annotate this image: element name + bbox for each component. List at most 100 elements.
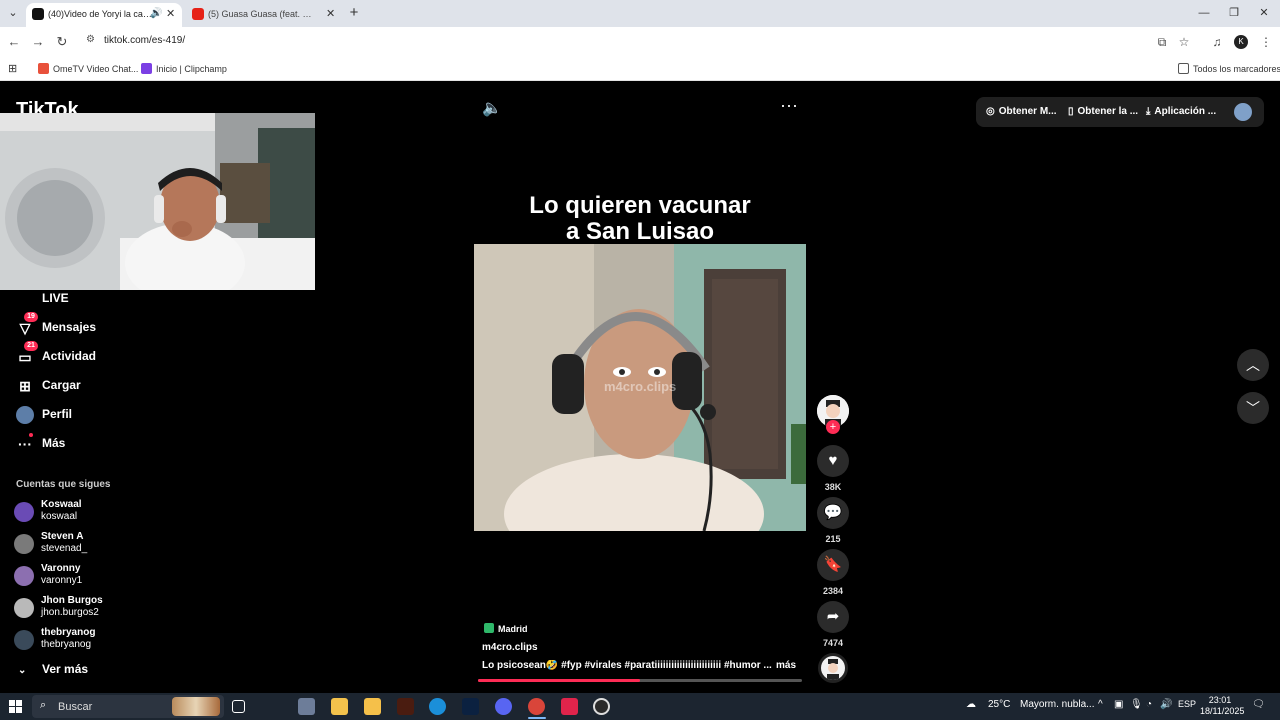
share-button[interactable]: ➦: [817, 601, 849, 633]
get-app-button[interactable]: ▯ Obtener la ...: [1068, 106, 1138, 117]
profile-avatar[interactable]: K: [1234, 35, 1248, 49]
top-actions-bar: ◎ Obtener M... ▯ Obtener la ... ⤓ Aplicació…: [976, 97, 1264, 127]
bookmark-ometv[interactable]: OmeTV Video Chat...: [38, 61, 138, 77]
account-name: Varonny: [41, 563, 81, 574]
minimize-button[interactable]: —: [1192, 4, 1216, 22]
new-tab-button[interactable]: +: [346, 4, 362, 22]
upload-icon: ⊞: [19, 378, 31, 394]
media-control-icon[interactable]: ♫: [1207, 32, 1227, 52]
taskbar-clock[interactable]: 23:01 18/11/2025: [1200, 695, 1244, 717]
like-button[interactable]: ♥: [817, 445, 849, 477]
bookmark-star-icon[interactable]: ☆: [1174, 32, 1194, 52]
illustrator-icon[interactable]: [397, 698, 414, 715]
avatar: [14, 534, 34, 554]
tab-bar: ⌄ (40)Video de Yoryi la cabra 🔊 ✕ (5) Gu…: [0, 0, 1280, 27]
video-author[interactable]: m4cro.clips: [482, 642, 538, 653]
notification-dot: [29, 433, 33, 437]
location-tag[interactable]: Madrid: [484, 623, 528, 634]
previous-video-button[interactable]: ︿: [1237, 349, 1269, 381]
forward-button[interactable]: →: [28, 32, 48, 52]
discord-icon[interactable]: [495, 698, 512, 715]
microphone-icon[interactable]: 🎙: [1130, 699, 1143, 710]
next-video-button[interactable]: ﹀: [1237, 392, 1269, 424]
reload-button[interactable]: ↻: [52, 32, 72, 52]
language-indicator[interactable]: ESP: [1178, 699, 1196, 709]
tiktok-icon: [32, 8, 44, 20]
video-progress-bar[interactable]: [478, 679, 802, 682]
chevron-up-icon[interactable]: ^: [1098, 699, 1103, 710]
widgets-icon[interactable]: [298, 698, 315, 715]
address-bar[interactable]: ⚙ tiktok.com/es-419/: [80, 30, 1200, 54]
video-watermark: m4cro.clips: [604, 379, 677, 394]
follow-plus-icon[interactable]: +: [826, 420, 840, 434]
account-name: Jhon Burgos: [41, 595, 103, 606]
obs-icon[interactable]: [593, 698, 610, 715]
account-handle: jhon.burgos2: [41, 607, 99, 618]
video-player[interactable]: m4cro.clips: [474, 244, 806, 531]
photoshop-icon[interactable]: [462, 698, 479, 715]
desktop-app-button[interactable]: ⤓ Aplicación ...: [1146, 106, 1216, 117]
clock-time: 23:01: [1208, 695, 1232, 705]
caption-line: a San Luisao: [565, 218, 715, 245]
video-caption: Lo quieren vacunar a San Luisao: [474, 193, 806, 245]
close-icon[interactable]: ✕: [326, 3, 335, 25]
account-name: Steven A: [41, 531, 84, 542]
volume-icon[interactable]: 🔈: [482, 98, 502, 118]
tab-tiktok[interactable]: (40)Video de Yoryi la cabra 🔊 ✕: [26, 3, 182, 27]
bookmark-clipchamp[interactable]: Inicio | Clipchamp: [141, 61, 227, 77]
windows-start-icon[interactable]: [9, 700, 22, 713]
wifi-icon[interactable]: ◔: [1146, 699, 1152, 710]
account-handle: stevenad_: [41, 543, 88, 554]
meet-icon[interactable]: ▣: [1114, 699, 1123, 710]
roblox-icon[interactable]: [561, 698, 578, 715]
weather-text[interactable]: Mayorm. nubla...: [1020, 699, 1094, 710]
file-explorer-icon[interactable]: [331, 698, 348, 715]
user-avatar[interactable]: [1234, 103, 1252, 121]
menu-icon[interactable]: ⋮: [1256, 32, 1276, 52]
profile-icon: [16, 406, 34, 424]
speaker-icon[interactable]: 🔊: [150, 3, 162, 25]
tab-youtube[interactable]: (5) Guasa Guasa (feat. Voltio) - YouTube…: [186, 3, 342, 27]
close-icon[interactable]: ✕: [166, 3, 175, 25]
get-coins-button[interactable]: ◎ Obtener M...: [986, 106, 1057, 117]
more-options-icon[interactable]: ···: [780, 95, 798, 116]
tab-search-icon[interactable]: ⌄: [4, 4, 22, 22]
task-view-icon[interactable]: [232, 700, 245, 713]
video-progress-fill: [478, 679, 640, 682]
weather-icon[interactable]: ☁: [966, 699, 976, 710]
back-button[interactable]: ←: [4, 32, 24, 52]
install-app-icon[interactable]: ⧉: [1152, 32, 1172, 52]
all-bookmarks[interactable]: Todos los marcadores: [1178, 61, 1280, 77]
browser-toolbar: ← → ↻ ⚙ tiktok.com/es-419/ ⧉ ☆ ♫ ⋮: [0, 27, 1280, 57]
close-window-button[interactable]: ✕: [1252, 4, 1276, 22]
taskbar-search[interactable]: ⌕ Buscar: [32, 695, 224, 718]
weather-temp[interactable]: 25°C: [988, 699, 1010, 710]
top-action-label: Aplicación ...: [1154, 106, 1217, 117]
top-action-label: Obtener la ...: [1077, 106, 1139, 117]
apps-icon[interactable]: ⊞: [8, 61, 17, 77]
url-text: tiktok.com/es-419/: [104, 35, 186, 46]
volume-icon[interactable]: 🔊: [1160, 699, 1172, 710]
expand-description-link[interactable]: más: [776, 660, 796, 671]
notifications-icon[interactable]: 🗨: [1252, 699, 1265, 710]
location-label: Madrid: [498, 624, 528, 634]
music-disc[interactable]: [818, 653, 848, 683]
edge-icon[interactable]: [429, 698, 446, 715]
following-title: Cuentas que sigues: [16, 479, 111, 490]
see-more-button[interactable]: ⌄ Ver más: [18, 662, 88, 676]
save-button[interactable]: 🔖: [817, 549, 849, 581]
nav-label: Actividad: [42, 349, 97, 363]
windows-taskbar: ⌕ Buscar ☁ 25°C Mayorm. nubla... ^ ▣ 🎙 ◔…: [0, 693, 1280, 720]
avatar: [14, 566, 34, 586]
youtube-icon: [192, 8, 204, 20]
account-handle: koswaal: [41, 511, 78, 522]
site-info-icon[interactable]: ⚙: [86, 34, 95, 45]
chrome-icon[interactable]: [528, 698, 545, 715]
comment-count: 215: [825, 534, 841, 544]
comment-button[interactable]: 💬: [817, 497, 849, 529]
download-icon: ⤓: [1146, 106, 1151, 117]
maps-icon[interactable]: [364, 698, 381, 715]
phone-icon: ▯: [1068, 106, 1074, 117]
location-pin-icon: [484, 623, 494, 633]
restore-button[interactable]: ❐: [1222, 4, 1246, 22]
